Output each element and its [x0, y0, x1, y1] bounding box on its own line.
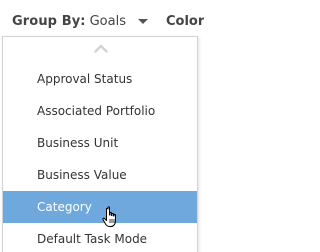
menu-item-approval-status[interactable]: Approval Status	[3, 63, 197, 95]
menu-item-associated-portfolio[interactable]: Associated Portfolio	[3, 95, 197, 127]
menu-item-business-value[interactable]: Business Value	[3, 159, 197, 191]
menu-item-business-unit[interactable]: Business Unit	[3, 127, 197, 159]
caret-down-icon	[137, 18, 148, 24]
color-by-dropdown[interactable]: Color	[166, 11, 204, 31]
group-by-menu: Approval Status Associated Portfolio Bus…	[2, 36, 198, 252]
group-by-value: Goals	[89, 13, 126, 29]
hand-pointer-icon	[102, 206, 116, 227]
chevron-up-icon	[94, 44, 108, 53]
toolbar: Group By: Goals Color	[0, 0, 204, 36]
scroll-up-button[interactable]	[91, 41, 111, 55]
menu-item-default-task-mode[interactable]: Default Task Mode	[3, 223, 197, 252]
menu-list: Approval Status Associated Portfolio Bus…	[3, 63, 197, 252]
group-by-label: Group By:	[12, 13, 86, 29]
page: Group By: Goals Color Approval Status As…	[0, 0, 204, 252]
menu-item-category[interactable]: Category	[3, 191, 197, 223]
color-label: Color	[166, 13, 204, 29]
group-by-dropdown[interactable]: Group By: Goals	[12, 11, 148, 31]
